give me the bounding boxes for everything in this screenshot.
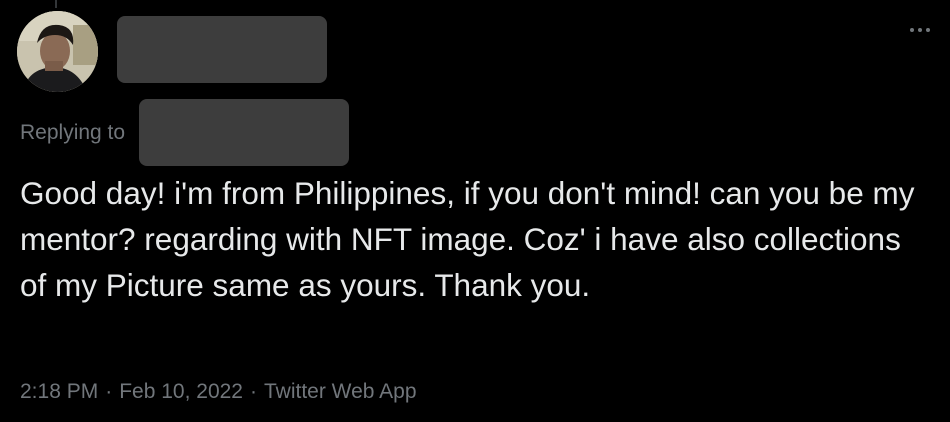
tweet-text: Good day! i'm from Philippines, if you d… <box>20 175 915 303</box>
thread-connector-line <box>55 0 57 8</box>
more-dot <box>910 28 914 32</box>
avatar-image <box>17 11 98 92</box>
replying-to-label: Replying to <box>20 121 126 144</box>
more-horizontal-icon[interactable] <box>905 20 935 40</box>
redacted-reply-handle <box>139 99 349 166</box>
meta-separator: · <box>105 380 113 403</box>
more-dot <box>918 28 922 32</box>
avatar[interactable] <box>17 11 98 92</box>
tweet-time[interactable]: 2:18 PM <box>20 380 98 403</box>
tweet-source-link[interactable]: Twitter Web App <box>264 380 417 403</box>
more-dot <box>926 28 930 32</box>
meta-separator: · <box>249 380 257 403</box>
tweet-metadata: 2:18 PM · Feb 10, 2022 · Twitter Web App <box>20 380 417 404</box>
tweet-date[interactable]: Feb 10, 2022 <box>119 380 243 403</box>
tweet-card: Replying to Good day! i'm from Philippin… <box>0 0 950 422</box>
redacted-display-name <box>117 16 327 83</box>
